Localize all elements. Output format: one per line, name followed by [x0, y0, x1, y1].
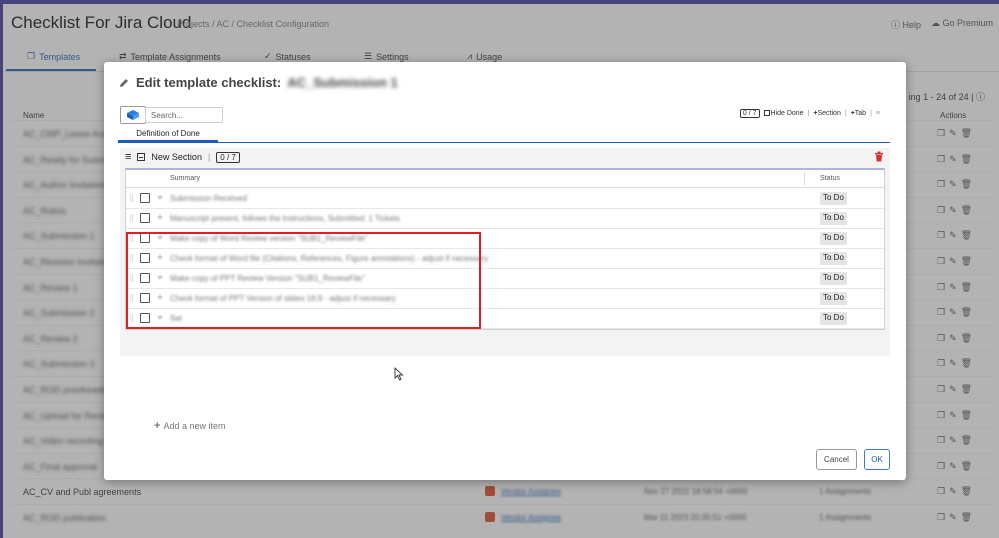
collapse-icon[interactable] [137, 153, 146, 161]
star-icon[interactable]: ★ [156, 212, 164, 223]
hide-done-toggle[interactable]: Hide Done [763, 110, 804, 117]
dialog-title-prefix: Edit template checklist: [136, 75, 282, 90]
divider: | [870, 110, 872, 117]
add-tab-button[interactable]: +Tab [851, 110, 866, 117]
add-section-label: Section [817, 110, 841, 117]
table-header: Summary Status [126, 170, 884, 188]
item-checkbox[interactable] [140, 213, 150, 223]
status-badge[interactable]: To Do [820, 192, 847, 205]
hide-done-label: Hide Done [770, 110, 804, 117]
add-item-button[interactable]: + Add a new item [154, 420, 225, 432]
done-count-badge: 0 / 7 [739, 109, 760, 118]
drag-handle-icon[interactable]: ⣿ [129, 214, 134, 222]
delete-section-icon[interactable] [874, 151, 884, 162]
edit-template-dialog: Edit template checklist: AC_Submission 1… [104, 62, 906, 480]
cancel-button[interactable]: Cancel [816, 449, 857, 470]
add-section-button[interactable]: +Section [813, 110, 840, 117]
status-badge[interactable]: To Do [820, 292, 847, 305]
divider: | [207, 152, 211, 162]
section-count-badge: 0 / 7 [216, 151, 240, 163]
add-tab-label: Tab [854, 110, 867, 117]
status-badge[interactable]: To Do [820, 212, 847, 225]
annotation-highlight-box [126, 232, 481, 329]
item-summary[interactable]: Submission Received [170, 194, 247, 203]
template-button[interactable] [120, 106, 146, 124]
dialog-title: Edit template checklist: AC_Submission 1 [118, 75, 398, 90]
status-badge[interactable]: To Do [820, 232, 847, 245]
add-item-label: Add a new item [163, 421, 226, 431]
divider: | [844, 110, 847, 117]
pencil-icon [120, 78, 128, 87]
star-icon[interactable]: ★ [156, 192, 164, 203]
dialog-footer: Cancel OK [816, 449, 890, 470]
section-title[interactable]: New Section [151, 152, 202, 162]
bulk-edit-icon[interactable]: ≡ [876, 110, 880, 117]
search-input[interactable] [145, 107, 223, 123]
column-divider [804, 172, 805, 186]
item-checkbox[interactable] [140, 193, 150, 203]
ok-button[interactable]: OK [864, 449, 890, 470]
mouse-cursor-icon [394, 367, 404, 381]
dialog-template-name: AC_Submission 1 [287, 75, 398, 90]
tab-baseline [118, 142, 890, 143]
status-badge[interactable]: To Do [820, 312, 847, 325]
column-header-status: Status [820, 175, 840, 182]
column-header-summary: Summary [170, 175, 200, 182]
checklist-item[interactable]: ⣿ ★ Manuscript present, follows the Instru… [126, 209, 884, 229]
divider: | [807, 110, 810, 117]
checklist-toolbar: 0 / 7 Hide Done | +Section | +Tab | ≡ [120, 106, 890, 124]
plus-icon: + [154, 420, 161, 432]
cube-icon [127, 110, 139, 120]
status-badge[interactable]: To Do [820, 252, 847, 265]
drag-handle-icon[interactable]: ⣿ [129, 194, 134, 202]
item-summary[interactable]: Manuscript present, follows the Instruct… [170, 214, 400, 223]
section-header: ≡ New Section | 0 / 7 [125, 151, 240, 163]
drag-handle-icon[interactable]: ≡ [125, 151, 131, 163]
toolbar-actions: 0 / 7 Hide Done | +Section | +Tab | ≡ [739, 109, 880, 118]
status-badge[interactable]: To Do [820, 272, 847, 285]
tab-definition-of-done[interactable]: Definition of Done [118, 128, 218, 142]
checkbox-icon [763, 110, 770, 117]
checklist-item[interactable]: ⣿ ★ Submission Received To Do [126, 189, 884, 209]
